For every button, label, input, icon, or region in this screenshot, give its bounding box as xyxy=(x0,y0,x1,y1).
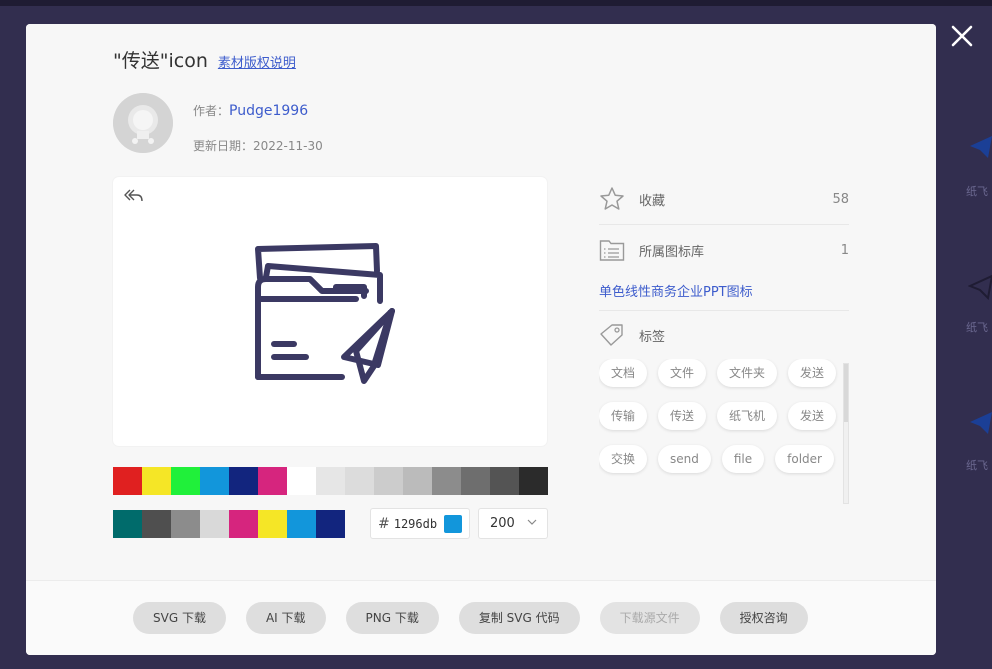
bg-plane-icon xyxy=(970,412,992,434)
bg-card-label: 纸飞 xyxy=(966,321,988,334)
tags-header: 标签 xyxy=(599,311,849,359)
update-date: 2022-11-30 xyxy=(253,139,323,153)
color-swatch[interactable] xyxy=(461,467,490,495)
tag-chip[interactable]: file xyxy=(721,445,765,473)
color-swatch[interactable] xyxy=(171,510,200,538)
library-row: 所属图标库 1 xyxy=(599,225,849,275)
tag-chip[interactable]: 传送 xyxy=(658,402,707,430)
tag-icon xyxy=(600,324,623,346)
tag-chip[interactable]: 传输 xyxy=(599,402,648,430)
favorite-count: 58 xyxy=(832,191,849,207)
svg-download-button[interactable]: SVG 下载 xyxy=(133,602,226,634)
folder-list-icon xyxy=(599,240,625,261)
color-swatch[interactable] xyxy=(490,467,519,495)
date-line: 更新日期：2022-11-30 xyxy=(193,137,323,154)
author-avatar[interactable] xyxy=(113,93,173,153)
ai-download-button[interactable]: AI 下载 xyxy=(245,602,326,634)
bg-plane-icon xyxy=(970,136,992,158)
tag-chip[interactable]: 纸飞机 xyxy=(717,402,778,430)
author-line: 作者： Pudge1996 xyxy=(193,102,308,119)
color-swatch[interactable] xyxy=(316,467,345,495)
avatar-icon xyxy=(113,93,173,153)
tag-chip[interactable]: send xyxy=(658,445,711,473)
author-label: 作者： xyxy=(193,104,230,118)
star-icon[interactable] xyxy=(599,186,625,212)
folder-paper-plane-icon xyxy=(255,243,395,384)
bg-card-label: 纸飞 xyxy=(966,185,988,198)
color-swatch[interactable] xyxy=(171,467,200,495)
color-swatch[interactable] xyxy=(142,467,171,495)
size-value: 200 xyxy=(490,516,515,531)
color-picker-swatch[interactable] xyxy=(444,515,462,533)
tag-chip[interactable]: 发送 xyxy=(788,359,837,387)
hex-value: 1296db xyxy=(393,516,438,531)
icon-title: "传送"icon xyxy=(113,50,208,72)
icon-detail-modal: "传送"icon 素材版权说明 作者： Pudge1996 更新日期：2022-… xyxy=(26,24,936,655)
library-count: 1 xyxy=(840,242,849,258)
color-swatch[interactable] xyxy=(374,467,403,495)
download-source-button[interactable]: 下载源文件 xyxy=(599,602,700,634)
scrollbar-thumb[interactable] xyxy=(844,364,848,422)
tags-list: 文档 文件 文件夹 发送 传输 传送 纸飞机 发送 交换 send file folder xyxy=(599,359,839,473)
bg-plane-icon xyxy=(968,274,992,300)
color-palette-row-2 xyxy=(113,510,345,538)
color-swatch[interactable] xyxy=(345,467,374,495)
hash-symbol: # xyxy=(378,515,390,532)
close-icon[interactable] xyxy=(948,22,976,50)
action-footer: SVG 下载 AI 下载 PNG 下载 复制 SVG 代码 下载源文件 授权咨询 xyxy=(26,580,936,655)
tag-chip[interactable]: 文件 xyxy=(658,359,707,387)
license-link[interactable]: 素材版权说明 xyxy=(218,52,296,71)
info-panel: 收藏 58 所属图标库 1 单色线性商务企业PPT图标 标签 文档 文件 文件夹 发送… xyxy=(599,174,849,504)
color-swatch[interactable] xyxy=(113,467,142,495)
tags-scroll-area: 文档 文件 文件夹 发送 传输 传送 纸飞机 发送 交换 send file folder xyxy=(599,359,849,504)
top-bar xyxy=(0,0,992,6)
license-consult-button[interactable]: 授权咨询 xyxy=(719,602,808,634)
tag-chip[interactable]: 交换 xyxy=(599,445,648,473)
color-swatch[interactable] xyxy=(113,510,142,538)
png-download-button[interactable]: PNG 下载 xyxy=(345,602,439,634)
title-row: "传送"icon 素材版权说明 xyxy=(113,46,296,73)
bg-card-label: 纸飞 xyxy=(966,459,988,472)
icon-library-link[interactable]: 单色线性商务企业PPT图标 xyxy=(599,275,849,310)
tag-chip[interactable]: 文件夹 xyxy=(717,359,778,387)
color-swatch[interactable] xyxy=(258,510,287,538)
color-swatch[interactable] xyxy=(519,467,548,495)
favorite-row[interactable]: 收藏 58 xyxy=(599,174,849,224)
color-swatch[interactable] xyxy=(403,467,432,495)
date-label: 更新日期： xyxy=(193,139,254,153)
copy-svg-code-button[interactable]: 复制 SVG 代码 xyxy=(458,602,580,634)
tag-chip[interactable]: 文档 xyxy=(599,359,648,387)
color-swatch[interactable] xyxy=(258,467,287,495)
tags-label: 标签 xyxy=(639,329,666,345)
color-swatch[interactable] xyxy=(287,467,316,495)
color-swatch[interactable] xyxy=(316,510,345,538)
favorite-label: 收藏 xyxy=(639,193,666,209)
tags-scrollbar[interactable] xyxy=(843,363,849,504)
chevron-down-icon xyxy=(527,518,537,529)
color-swatch[interactable] xyxy=(200,467,229,495)
color-swatch[interactable] xyxy=(142,510,171,538)
action-buttons: SVG 下载 AI 下载 PNG 下载 复制 SVG 代码 下载源文件 授权咨询 xyxy=(133,602,808,634)
library-label: 所属图标库 xyxy=(639,244,705,260)
hex-color-input[interactable]: # 1296db xyxy=(370,508,470,539)
undo-arrow-icon[interactable] xyxy=(123,187,145,205)
tag-chip[interactable]: folder xyxy=(775,445,834,473)
color-swatch[interactable] xyxy=(229,467,258,495)
color-palette-row-1 xyxy=(113,467,548,495)
color-swatch[interactable] xyxy=(432,467,461,495)
size-select[interactable]: 200 xyxy=(478,508,548,539)
color-swatch[interactable] xyxy=(229,510,258,538)
icon-preview xyxy=(113,177,547,446)
color-swatch[interactable] xyxy=(200,510,229,538)
author-name-link[interactable]: Pudge1996 xyxy=(229,103,308,119)
color-swatch[interactable] xyxy=(287,510,316,538)
tag-chip[interactable]: 发送 xyxy=(788,402,837,430)
